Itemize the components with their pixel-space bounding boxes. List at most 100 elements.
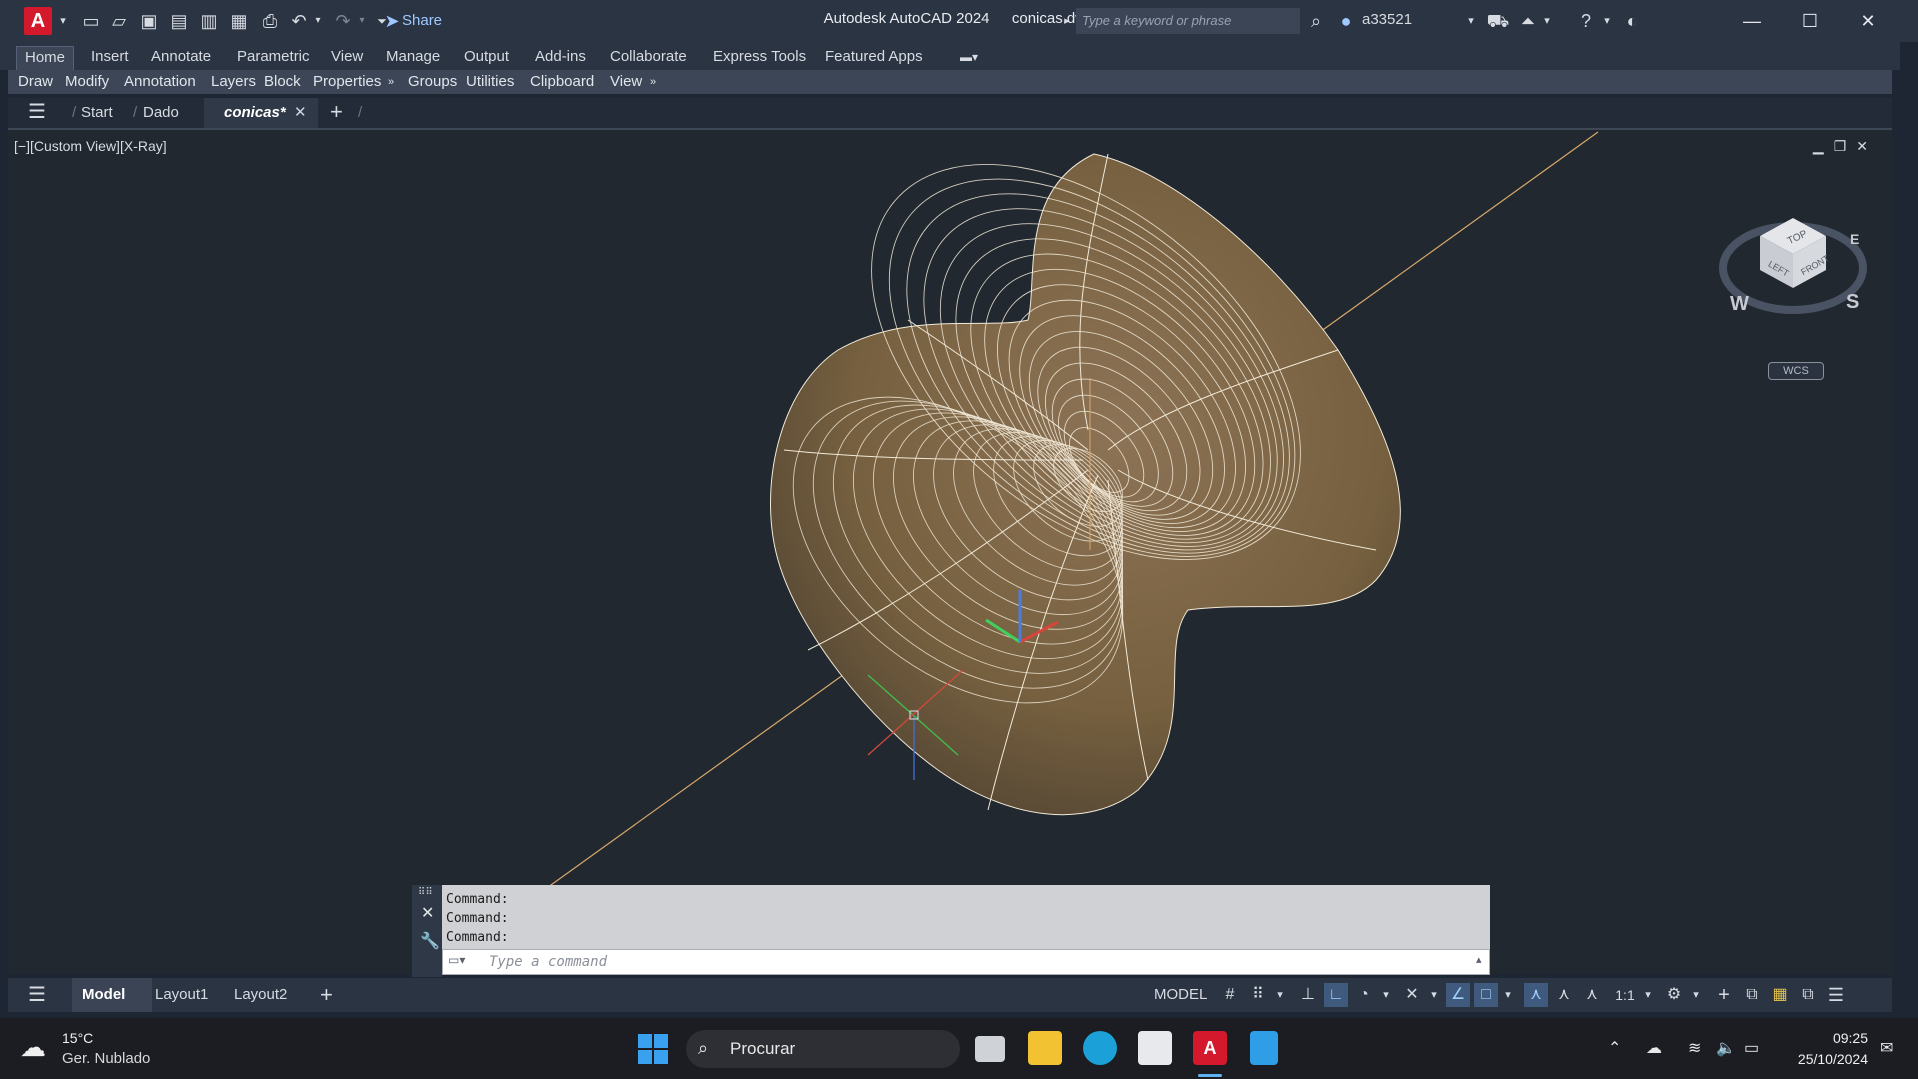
new-file-icon[interactable]: ▭ <box>80 9 102 33</box>
maximize-window-icon[interactable]: ☐ <box>1788 6 1832 36</box>
annotation-monitor-icon[interactable]: + <box>1712 983 1736 1007</box>
viewport-close-icon[interactable]: ✕ <box>1856 138 1878 154</box>
command-line-handle[interactable]: ⠿⠿ ✕ 🔧 <box>412 885 442 977</box>
object-snap-tracking-icon[interactable]: ∠ <box>1446 983 1470 1007</box>
units-icon[interactable]: ⧉ <box>1740 983 1764 1007</box>
infer-constraints-icon[interactable]: ⊥ <box>1296 983 1320 1007</box>
layout-menu-icon[interactable]: ☰ <box>28 985 46 1005</box>
auto-scale-icon[interactable]: ⋏ <box>1552 983 1576 1007</box>
workspace-dropdown-icon[interactable]: ▾ <box>1684 983 1708 1007</box>
tab-output[interactable]: Output <box>456 46 517 70</box>
drag-handle-icon[interactable]: ⠿⠿ <box>418 887 433 898</box>
notifications-icon[interactable]: ✉ <box>1880 1038 1893 1058</box>
panel-block[interactable]: Block <box>264 72 301 92</box>
keyword-search-input[interactable]: Type a keyword or phrase <box>1076 8 1300 34</box>
user-dropdown-icon[interactable]: ▾ <box>1464 9 1478 33</box>
search-expand-icon[interactable]: ▸ <box>1060 9 1074 33</box>
file-tab-conicas[interactable]: conicas* <box>224 103 286 123</box>
tab-featured-apps[interactable]: Featured Apps <box>817 46 931 70</box>
tray-overflow-icon[interactable]: ⌃ <box>1608 1038 1621 1058</box>
new-layout-icon[interactable]: + <box>320 984 333 1006</box>
weather-cloud-icon[interactable]: ☁ <box>20 1032 46 1063</box>
print-icon[interactable]: ⎙ <box>258 9 282 33</box>
annotation-visibility-icon[interactable]: ⋏ <box>1524 983 1548 1007</box>
tab-manage[interactable]: Manage <box>378 46 448 70</box>
hyperboloid-model[interactable] <box>8 130 1892 976</box>
grid-icon[interactable]: # <box>1218 983 1242 1007</box>
panel-modify[interactable]: Modify <box>65 72 109 92</box>
tab-layout2[interactable]: Layout2 <box>234 986 287 1004</box>
file-explorer-icon[interactable] <box>1028 1031 1062 1065</box>
panel-view[interactable]: View <box>610 72 642 92</box>
tab-home[interactable]: Home <box>16 46 75 70</box>
task-view-icon[interactable] <box>975 1036 1005 1062</box>
wcs-menu[interactable]: WCS <box>1768 362 1824 380</box>
view-expand-icon[interactable]: » <box>650 72 656 92</box>
panel-annotation[interactable]: Annotation <box>124 72 196 92</box>
export-icon[interactable]: ▥ <box>198 9 220 33</box>
workspace-gear-icon[interactable]: ⚙ <box>1662 983 1686 1007</box>
command-history-expand-icon[interactable]: ▴ <box>1476 953 1482 966</box>
windows-start-icon[interactable] <box>638 1034 668 1064</box>
weather-description[interactable]: Ger. Nublado <box>62 1050 150 1067</box>
isodraft-dropdown-icon[interactable]: ▾ <box>1422 983 1446 1007</box>
file-tab-dado[interactable]: Dado <box>143 103 179 123</box>
close-command-line-icon[interactable]: ✕ <box>421 903 434 923</box>
viewport-controls-label[interactable]: [−][Custom View][X-Ray] <box>14 138 167 154</box>
model-space-button[interactable]: MODEL <box>1154 986 1207 1004</box>
clock-time[interactable]: 09:25 <box>1806 1030 1868 1046</box>
user-icon[interactable]: ● <box>1334 9 1358 33</box>
scale-dropdown-icon[interactable]: ▾ <box>1636 983 1660 1007</box>
tab-express-tools[interactable]: Express Tools <box>705 46 814 70</box>
close-tab-icon[interactable]: ✕ <box>294 103 307 123</box>
compass-w-label[interactable]: W <box>1730 293 1749 315</box>
polar-tracking-icon[interactable]: ◔ <box>1352 983 1376 1007</box>
wifi-icon[interactable]: ≋ <box>1688 1038 1701 1058</box>
tab-annotate[interactable]: Annotate <box>143 46 219 70</box>
isodraft-icon[interactable]: ✕ <box>1400 983 1424 1007</box>
viewport-restore-icon[interactable]: ❐ <box>1834 138 1857 154</box>
snap-dropdown-icon[interactable]: ▾ <box>1268 983 1292 1007</box>
customize-status-bar-icon[interactable]: ☰ <box>1824 983 1848 1007</box>
panel-clipboard[interactable]: Clipboard <box>530 72 594 92</box>
snap-icon[interactable]: ⠿ <box>1246 983 1270 1007</box>
autocad-logo-icon[interactable]: A <box>24 7 52 35</box>
file-tabs-menu-icon[interactable]: ☰ <box>28 102 46 122</box>
viewcube[interactable]: TOP LEFT FRONT W S E <box>1708 188 1878 338</box>
tab-layout1[interactable]: Layout1 <box>155 986 208 1004</box>
compass-s-label[interactable]: S <box>1846 291 1859 313</box>
tab-parametric[interactable]: Parametric <box>229 46 318 70</box>
autocad-taskbar-icon[interactable]: A <box>1193 1031 1227 1065</box>
search-icon[interactable]: ⌕ <box>1304 9 1328 33</box>
polar-dropdown-icon[interactable]: ▾ <box>1374 983 1398 1007</box>
battery-icon[interactable]: ▭ <box>1744 1038 1759 1058</box>
tab-collaborate[interactable]: Collaborate <box>602 46 695 70</box>
autodesk-a360-icon[interactable]: ⏶ <box>1516 9 1540 33</box>
ortho-icon[interactable]: ∟ <box>1324 983 1348 1007</box>
help-icon[interactable]: ? <box>1574 9 1598 33</box>
a360-dropdown-icon[interactable]: ▾ <box>1540 9 1554 33</box>
undo-icon[interactable]: ↶ <box>288 9 310 33</box>
tab-view[interactable]: View <box>323 46 371 70</box>
panel-draw[interactable]: Draw <box>18 72 53 92</box>
save-icon[interactable]: ▣ <box>138 9 160 33</box>
clock-date[interactable]: 25/10/2024 <box>1784 1051 1868 1067</box>
isolate-objects-icon[interactable]: ⧉ <box>1796 983 1820 1007</box>
volume-icon[interactable]: 🔈 <box>1716 1038 1736 1058</box>
properties-expand-icon[interactable]: » <box>388 72 394 92</box>
app-menu-chevron-icon[interactable]: ▾ <box>56 9 70 33</box>
tab-model[interactable]: Model <box>82 986 125 1004</box>
onedrive-icon[interactable]: ☁ <box>1646 1038 1662 1058</box>
object-snap-icon[interactable]: □ <box>1474 983 1498 1007</box>
help-dropdown-icon[interactable]: ▾ <box>1600 9 1614 33</box>
redo-dropdown-icon[interactable]: ▾ <box>356 9 368 33</box>
share-button[interactable]: Share <box>402 9 442 33</box>
customize-wrench-icon[interactable]: 🔧 <box>420 931 440 951</box>
undo-dropdown-icon[interactable]: ▾ <box>312 9 324 33</box>
cart-icon[interactable]: ⛟ <box>1486 9 1510 33</box>
weather-temperature[interactable]: 15°C <box>62 1030 93 1046</box>
open-folder-icon[interactable]: ▱ <box>108 9 130 33</box>
save-as-icon[interactable]: ▤ <box>168 9 190 33</box>
ribbon-minimize-icon[interactable]: ▬▾ <box>952 46 992 70</box>
user-name[interactable]: a33521 <box>1362 11 1412 28</box>
